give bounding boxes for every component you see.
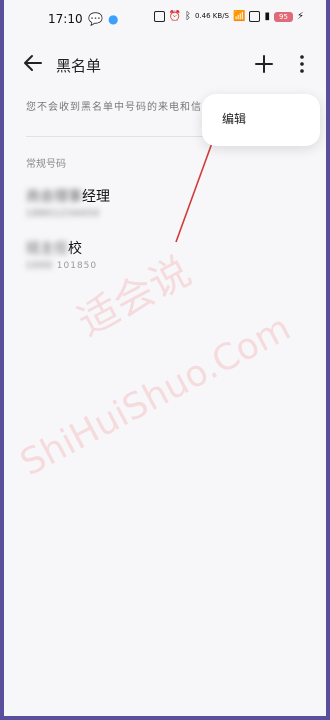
network-speed: 0.46 KB/S [194,12,229,20]
status-notification-icons: 💬 ● [88,12,118,26]
signal-icon: ▮ [264,11,270,22]
status-bar: 17:10 💬 ● ⏰ ᛒ 0.46 KB/S 📶 ▮ 95 ⚡ [4,0,326,38]
wechat-icon: 💬 [88,12,103,26]
status-right-icons: ⏰ ᛒ 0.46 KB/S 📶 ▮ 95 ⚡ [153,11,304,22]
app-bar: 黑名单 [4,46,326,82]
contact-name: 商会理事经理 [26,186,286,206]
contact-number-visible: 101850 [56,261,98,271]
status-time: 17:10 [48,12,83,26]
page-title: 黑名单 [56,57,102,75]
contact-name-visible: 经理 [82,189,110,205]
more-vertical-icon[interactable] [298,54,306,74]
popup-menu: 编辑 [202,94,320,146]
charging-icon: ⚡ [296,11,304,22]
back-arrow-icon[interactable] [22,52,44,74]
blacklist-info-text: 您不会收到黑名单中号码的来电和信 [26,102,202,113]
bluetooth-icon: ᛒ [184,11,191,22]
plus-icon[interactable] [254,54,274,74]
qq-icon: ● [107,12,119,26]
contact-name-blurred: 商会理事 [26,189,82,205]
contact-name-blurred: 班主任 [26,241,68,257]
watermark-english: ShiHuiShuo.Com [14,307,298,485]
contact-item[interactable]: 商会理事经理 18801234450 [26,186,286,219]
menu-item-edit[interactable]: 编辑 [222,110,246,127]
contact-number-blurred: 18801234450 [26,209,100,219]
contact-number-blurred: 1000 [26,261,53,271]
alarm-icon: ⏰ [168,11,181,22]
contact-name-visible: 校 [68,241,82,257]
contact-number: 18801234450 [26,209,286,219]
section-label: 常规号码 [26,159,66,170]
nfc-icon [153,11,165,22]
hd-icon [249,11,261,22]
wifi-icon: 📶 [233,11,246,22]
battery-indicator: 95 [273,11,293,22]
phone-screen: 17:10 💬 ● ⏰ ᛒ 0.46 KB/S 📶 ▮ 95 ⚡ 黑名单 您不会… [4,0,326,716]
